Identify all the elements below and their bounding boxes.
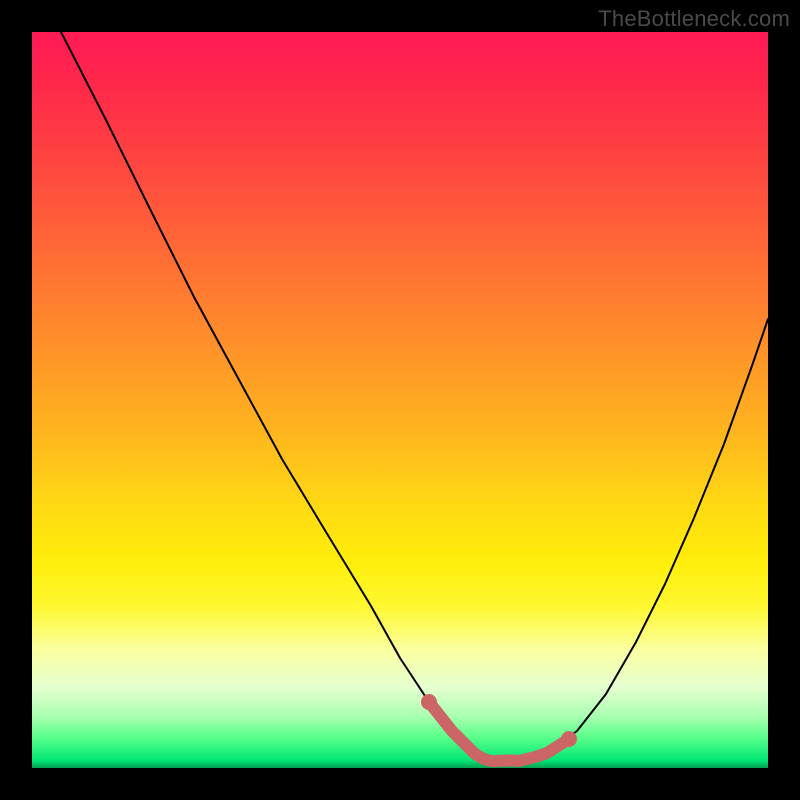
optimal-range-highlight [429,702,569,761]
optimal-range-end-dot [561,731,577,747]
bottleneck-curve [61,32,768,761]
plot-area [32,32,768,768]
watermark-text: TheBottleneck.com [598,6,790,32]
chart-frame: TheBottleneck.com [0,0,800,800]
chart-svg [32,32,768,768]
optimal-range-start-dot [421,694,437,710]
